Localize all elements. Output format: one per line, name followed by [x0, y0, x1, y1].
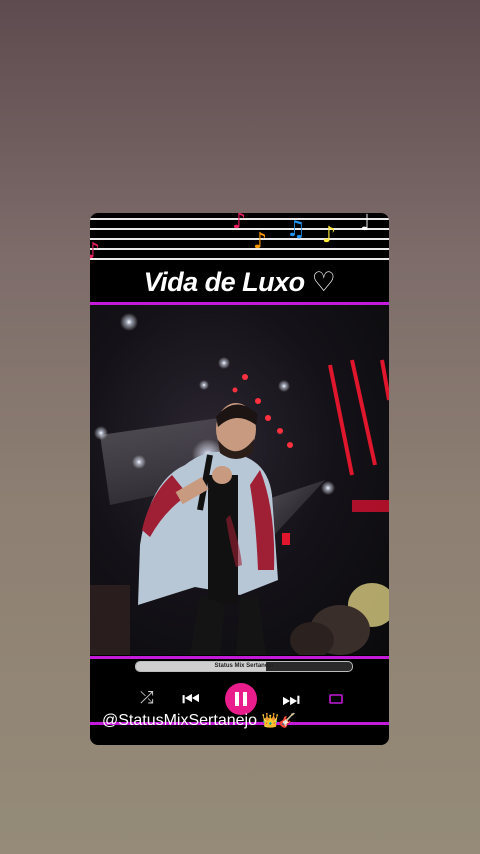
music-note-icon: ♪	[322, 223, 337, 248]
music-note-icon: ♫	[286, 217, 306, 242]
video-divider	[90, 656, 389, 659]
concert-scene	[90, 313, 389, 655]
music-staff: ♪ ♪ ♪ ♫ ♪ ♩	[90, 213, 389, 273]
progress-label: Status Mix Sertanejo	[214, 663, 274, 669]
music-note-icon: ♪	[90, 239, 101, 264]
video-frame[interactable]	[90, 305, 389, 655]
music-note-icon: ♩	[360, 213, 371, 236]
pause-icon	[235, 692, 247, 706]
song-title: Vida de Luxo ♡	[143, 267, 336, 298]
progress-bar[interactable]: Status Mix Sertanejo	[135, 661, 353, 672]
music-note-icon: ♪	[232, 213, 247, 234]
shuffle-icon[interactable]: ⤮	[140, 688, 154, 708]
channel-handle: @StatusMixSertanejo 👑🎸	[102, 712, 297, 729]
pause-button[interactable]	[225, 683, 257, 715]
repeat-icon[interactable]	[328, 692, 344, 706]
previous-icon[interactable]: ⏮	[182, 687, 200, 711]
music-note-icon: ♪	[253, 229, 268, 254]
status-card: ♪ ♪ ♪ ♫ ♪ ♩ Vida de Luxo ♡ Status Mix Se…	[90, 213, 389, 745]
next-icon[interactable]: ⏭	[282, 687, 300, 711]
